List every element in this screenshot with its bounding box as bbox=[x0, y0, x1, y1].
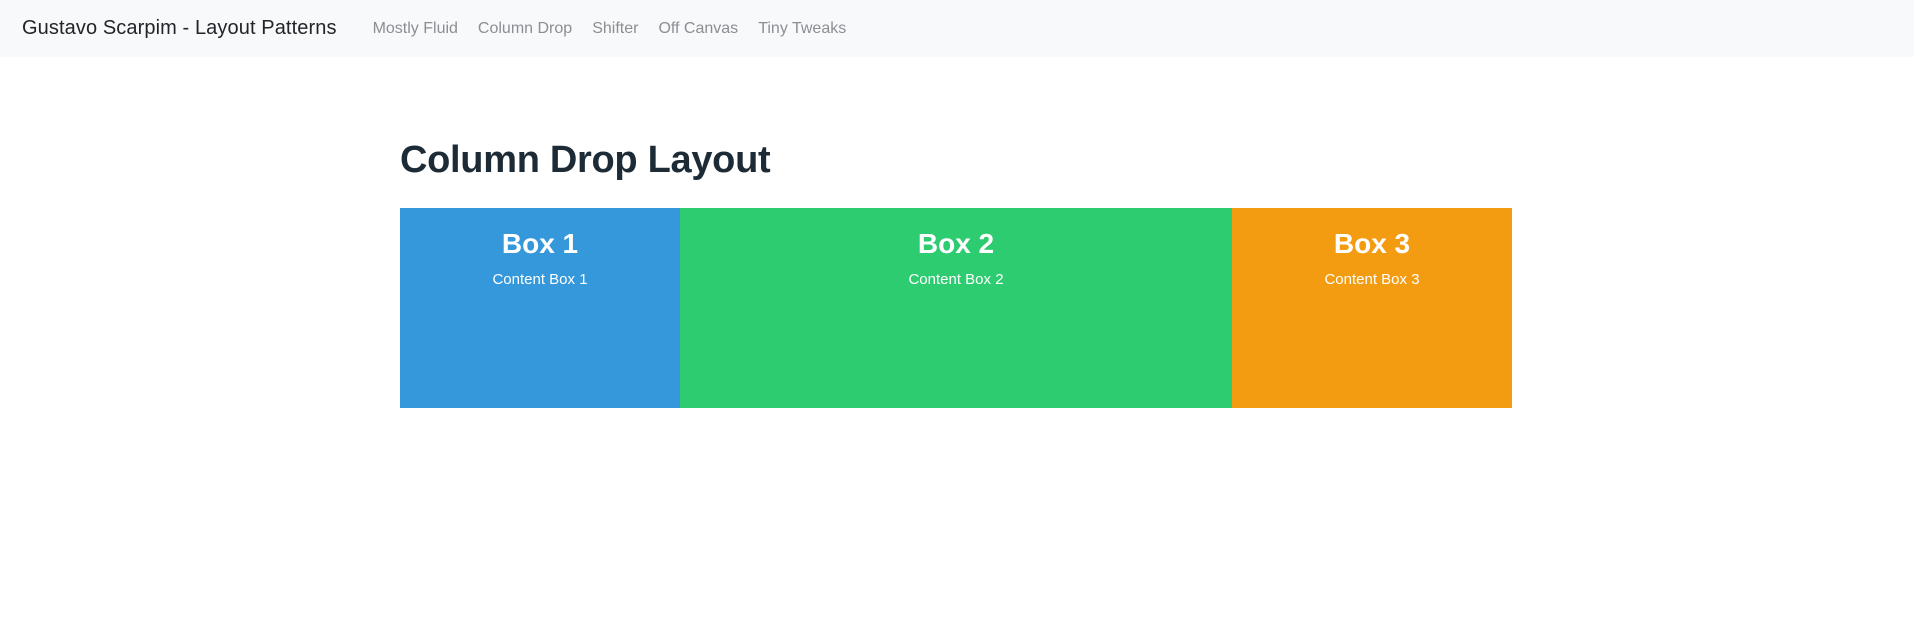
box-2[interactable]: Box 2 Content Box 2 bbox=[680, 208, 1232, 408]
box-2-text: Content Box 2 bbox=[908, 271, 1004, 289]
nav-link-column-drop[interactable]: Column Drop bbox=[468, 20, 582, 38]
nav-link-mostly-fluid[interactable]: Mostly Fluid bbox=[363, 20, 468, 38]
top-navbar: Gustavo Scarpim - Layout Patterns Mostly… bbox=[0, 0, 1914, 57]
page-title: Column Drop Layout bbox=[400, 139, 771, 181]
nav-link-off-canvas[interactable]: Off Canvas bbox=[648, 20, 748, 38]
box-3[interactable]: Box 3 Content Box 3 bbox=[1232, 208, 1512, 408]
box-1[interactable]: Box 1 Content Box 1 bbox=[400, 208, 680, 408]
box-1-title: Box 1 bbox=[501, 228, 579, 259]
box-1-text: Content Box 1 bbox=[492, 271, 588, 289]
column-drop-grid: Box 1 Content Box 1 Box 2 Content Box 2 … bbox=[400, 208, 1512, 408]
box-2-title: Box 2 bbox=[917, 228, 995, 259]
content-container: Column Drop Layout Box 1 Content Box 1 B… bbox=[400, 57, 1512, 408]
navbar-brand[interactable]: Gustavo Scarpim - Layout Patterns bbox=[22, 17, 337, 40]
navbar-links: Mostly Fluid Column Drop Shifter Off Can… bbox=[363, 20, 857, 38]
box-3-title: Box 3 bbox=[1333, 228, 1411, 259]
nav-link-tiny-tweaks[interactable]: Tiny Tweaks bbox=[748, 20, 856, 38]
nav-link-shifter[interactable]: Shifter bbox=[582, 20, 648, 38]
page-body: Column Drop Layout Box 1 Content Box 1 B… bbox=[0, 57, 1914, 408]
box-3-text: Content Box 3 bbox=[1324, 271, 1420, 289]
